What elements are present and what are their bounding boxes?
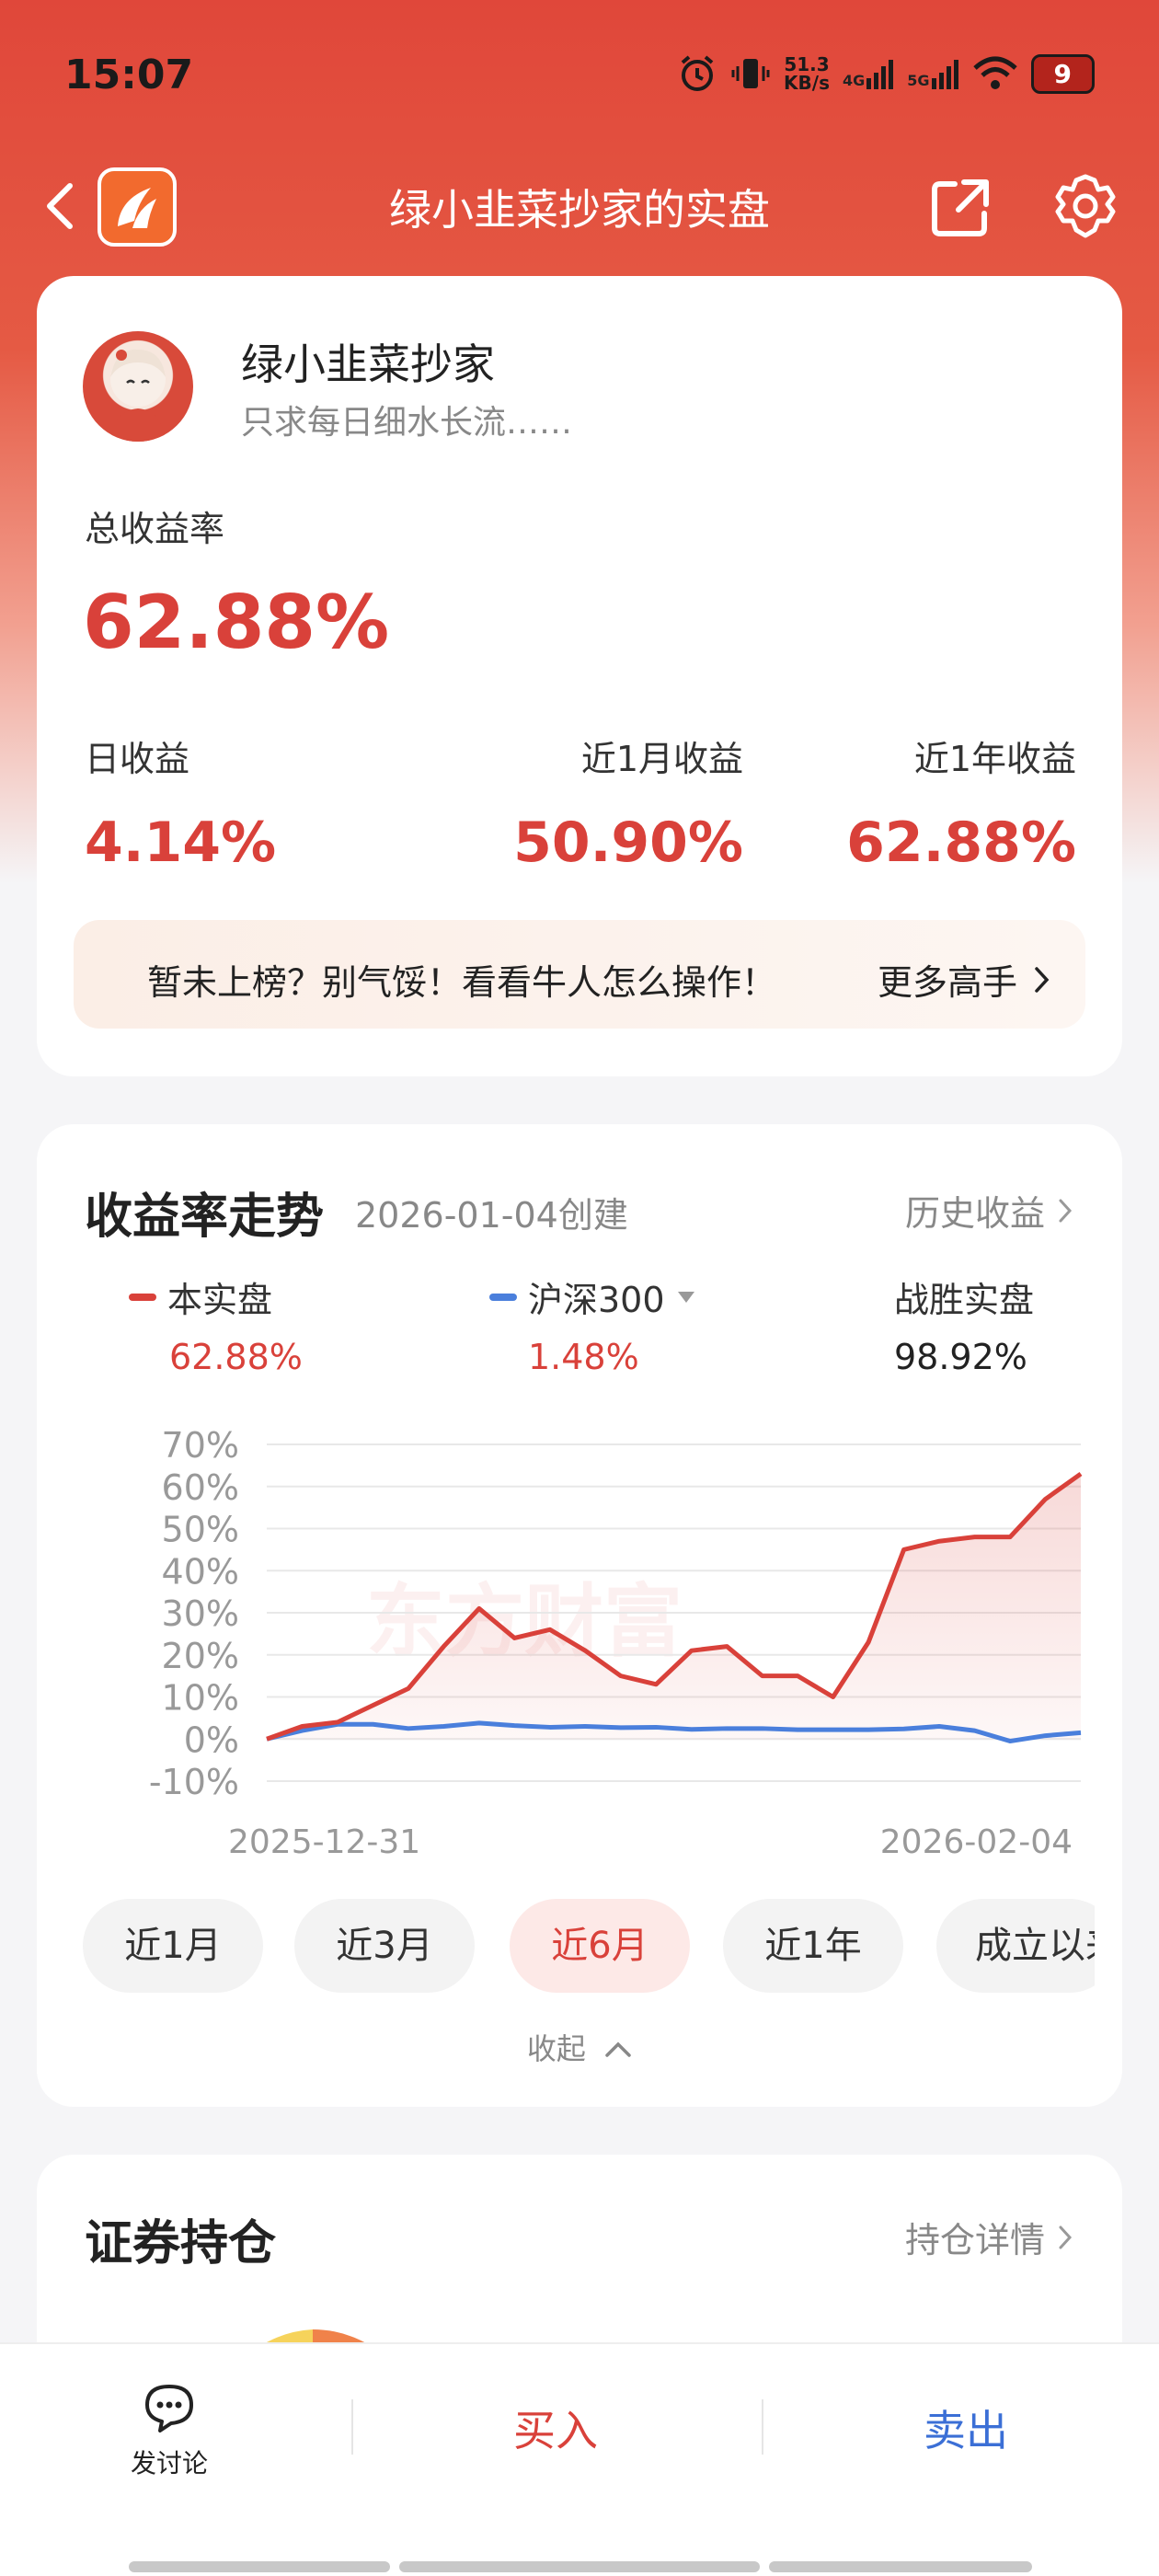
discuss-label: 发讨论: [130, 2448, 208, 2478]
profile-card: 绿小韭菜抄家 只求每日细水长流…… 总收益率 62.88% 日收益 4.14% …: [37, 276, 1122, 1076]
x-axis-end-label: 2026-02-04: [879, 1823, 1073, 1861]
y-tick-label: 0%: [184, 1719, 239, 1760]
gesture-bar: [399, 2561, 760, 2572]
signal-4g-label: 4G: [842, 72, 866, 89]
legend-label: 本实盘: [167, 1280, 273, 1320]
status-time: 15:07: [64, 52, 194, 98]
stat-month: 近1月收益 50.90%: [467, 730, 743, 875]
chevron-right-icon: [1059, 2225, 1073, 2248]
stat-value: 50.90%: [513, 811, 743, 875]
net-speed: 51.3 KB/s: [784, 55, 830, 92]
legend-beat-rate: 战胜实盘 98.92%: [894, 1271, 1034, 1377]
y-tick-label: 50%: [162, 1510, 239, 1550]
stat-label: 近1月收益: [580, 739, 743, 779]
range-tab[interactable]: 近3月: [294, 1899, 475, 1993]
promo-text: 暂未上榜？别气馁！看看牛人怎么操作！: [147, 962, 777, 1003]
discuss-button[interactable]: 发讨论: [114, 2383, 224, 2480]
total-return-value: 62.88%: [83, 580, 390, 665]
y-tick-label: 30%: [162, 1593, 239, 1634]
chat-bubble-icon: [145, 2385, 193, 2432]
signal-5g: 5G: [907, 58, 958, 89]
holdings-detail-label: 持仓详情: [904, 2220, 1045, 2260]
holdings-title: 证券持仓: [85, 2216, 277, 2271]
signal-bars-icon: [931, 60, 958, 89]
x-axis-start-label: 2025-12-31: [228, 1823, 421, 1861]
avatar-illustration: [110, 349, 166, 442]
net-speed-value: 51.3: [784, 53, 830, 75]
stat-value: 4.14%: [85, 811, 277, 875]
user-signature: 只求每日细水长流……: [241, 404, 573, 442]
total-return-label: 总收益率: [85, 509, 225, 549]
range-tab[interactable]: 近1年: [723, 1899, 903, 1993]
gesture-bar: [129, 2561, 390, 2572]
y-tick-label: 10%: [162, 1678, 239, 1719]
gesture-bar: [769, 2561, 1032, 2572]
status-bar: 15:07 51.3 KB/s 4G 5G 9: [0, 0, 1159, 156]
legend-value: 1.48%: [528, 1337, 639, 1377]
y-tick-label: 40%: [162, 1551, 239, 1592]
created-date: 2026-01-04创建: [355, 1195, 628, 1236]
avatar[interactable]: [83, 331, 193, 442]
chevron-up-icon: [605, 2041, 631, 2057]
returns-line-chart[interactable]: 东方财富70%60%50%40%30%20%10%0%-10%: [92, 1419, 1085, 1842]
y-tick-label: 60%: [162, 1467, 239, 1508]
buy-button[interactable]: 买入: [353, 2398, 758, 2458]
settings-gear-icon[interactable]: [1049, 171, 1122, 245]
stat-label: 日收益: [85, 739, 190, 779]
stat-year: 近1年收益 62.88%: [800, 730, 1076, 875]
history-returns-link[interactable]: 历史收益: [905, 1185, 1073, 1236]
chevron-right-icon: [1059, 1199, 1073, 1222]
bottom-action-bar: 发讨论 买入 卖出: [0, 2342, 1159, 2576]
legend-portfolio: 本实盘 62.88%: [129, 1271, 303, 1377]
legend-color-dash: [489, 1293, 517, 1301]
range-tab[interactable]: 成立以来: [936, 1899, 1095, 1993]
range-tab[interactable]: 近1月: [83, 1899, 263, 1993]
history-returns-label: 历史收益: [904, 1193, 1045, 1234]
stat-label: 近1年收益: [913, 739, 1076, 779]
battery-badge: 9: [1030, 53, 1095, 94]
share-icon[interactable]: [924, 171, 997, 245]
collapse-label: 收起: [526, 2031, 586, 2066]
alarm-icon: [681, 55, 714, 91]
trend-card: 收益率走势 2026-01-04创建 历史收益 本实盘 62.88% 沪深300…: [37, 1124, 1122, 2107]
dropdown-triangle-icon: [677, 1291, 694, 1303]
status-icons: 51.3 KB/s 4G 5G 9: [677, 53, 1095, 94]
username[interactable]: 绿小韭菜抄家: [241, 331, 495, 392]
signal-5g-label: 5G: [907, 72, 930, 89]
signal-4g: 4G: [843, 58, 894, 89]
signal-bars-icon: [866, 60, 894, 89]
ranking-promo-banner[interactable]: 暂未上榜？别气馁！看看牛人怎么操作！ 更多高手: [74, 920, 1085, 1029]
y-tick-label: -10%: [149, 1762, 239, 1802]
legend-label: 战胜实盘: [894, 1280, 1035, 1320]
wifi-icon: [972, 56, 1017, 89]
legend-value: 98.92%: [894, 1337, 1027, 1377]
legend-color-dash: [129, 1293, 156, 1301]
chevron-right-icon: [1035, 966, 1050, 993]
legend-benchmark[interactable]: 沪深300 1.48%: [489, 1271, 696, 1377]
holdings-detail-link[interactable]: 持仓详情: [905, 2212, 1073, 2262]
range-tab-active[interactable]: 近6月: [510, 1899, 690, 1993]
stat-daily: 日收益 4.14%: [85, 730, 276, 875]
y-tick-label: 20%: [162, 1636, 239, 1676]
time-range-selector: 近1月 近3月 近6月 近1年 成立以来: [83, 1899, 1095, 1993]
vibrate-icon: [731, 59, 770, 88]
trend-title: 收益率走势: [85, 1190, 325, 1245]
net-speed-unit: KB/s: [784, 72, 830, 94]
sell-button[interactable]: 卖出: [763, 2398, 1159, 2458]
stat-value: 62.88%: [846, 811, 1076, 875]
legend-label: 沪深300: [528, 1280, 665, 1320]
more-experts-link[interactable]: 更多高手: [878, 954, 1050, 1005]
more-experts-label: 更多高手: [877, 962, 1017, 1003]
y-tick-label: 70%: [162, 1425, 239, 1466]
legend-value: 62.88%: [169, 1337, 303, 1377]
collapse-toggle[interactable]: 收起: [37, 2026, 1122, 2068]
nav-bar: 绿小韭菜抄家的实盘: [0, 156, 1159, 258]
